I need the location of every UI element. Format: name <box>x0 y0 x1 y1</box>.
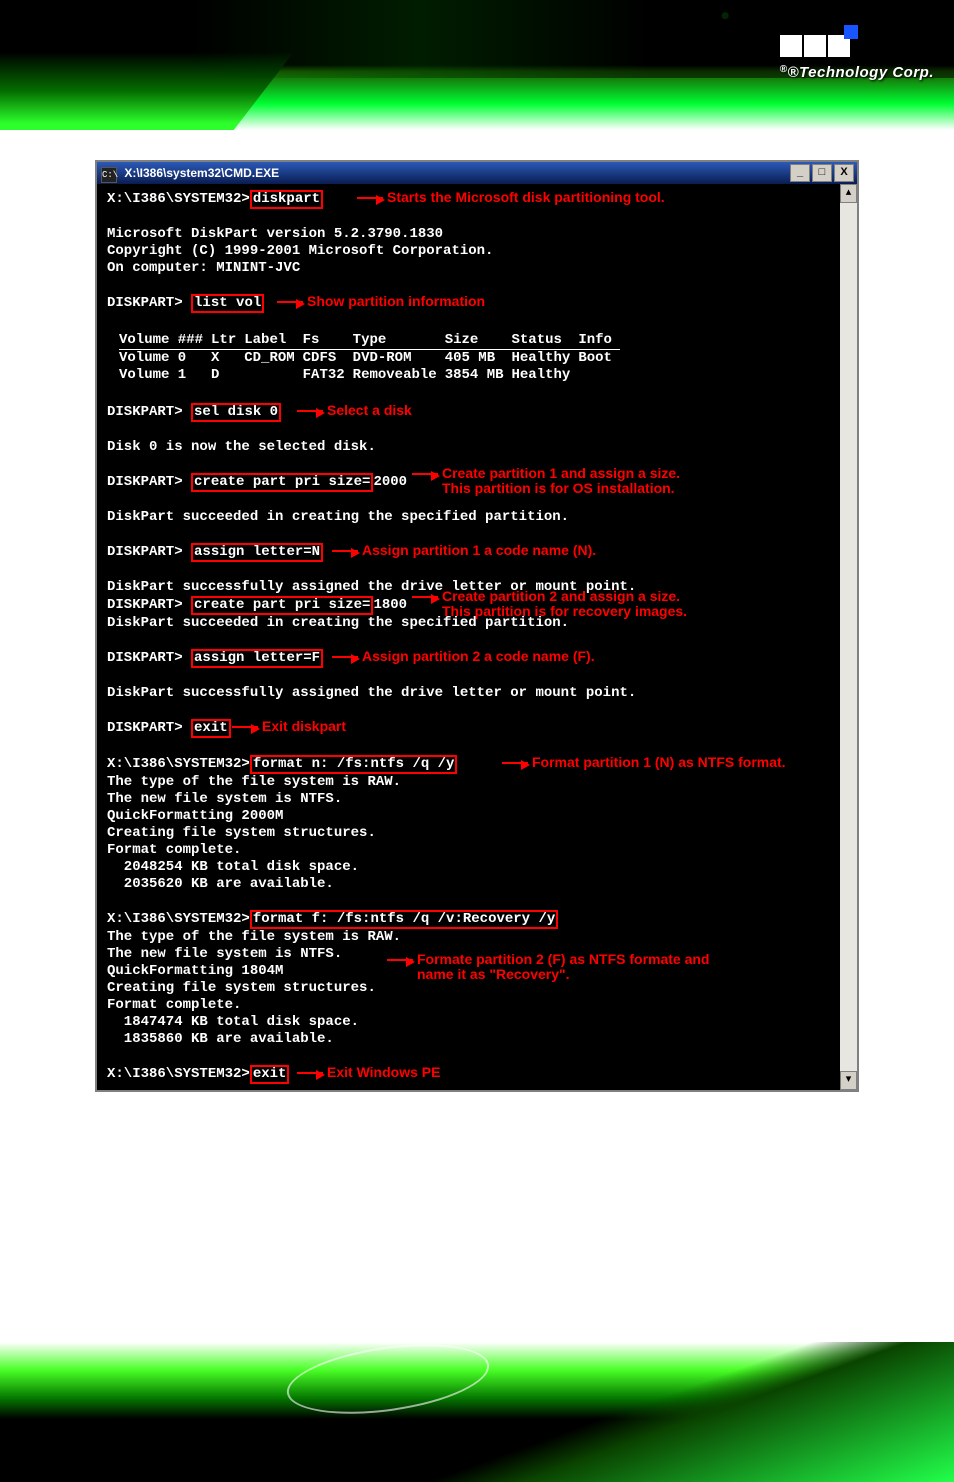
annot-exit-pe: Exit Windows PE <box>297 1065 440 1080</box>
annot-create-part-1: Create partition 1 and assign a size. Th… <box>412 466 680 496</box>
cmd-assign-n: assign letter=N <box>191 543 323 562</box>
prompt-diskpart: DISKPART> <box>107 295 183 311</box>
table-row: Volume 1 D FAT32 Removeable 3854 MB Heal… <box>119 367 620 384</box>
volume-table: Volume ### Ltr Label Fs Type Size Status… <box>119 332 620 384</box>
out-fmt1-l2: The new file system is NTFS. <box>107 791 835 808</box>
annot-seldisk: Select a disk <box>297 403 412 418</box>
cmd-seldisk: sel disk 0 <box>191 403 281 422</box>
cmd-assign-f: assign letter=F <box>191 649 323 668</box>
cmd-create-part-1-size: 2000 <box>373 474 407 490</box>
out-fmt1-l6: 2048254 KB total disk space. <box>107 859 835 876</box>
annot-assign-f: Assign partition 2 a code name (F). <box>332 649 595 664</box>
scroll-up-button[interactable]: ▴ <box>840 184 857 203</box>
annot-diskpart: Starts the Microsoft disk partitioning t… <box>357 190 665 205</box>
brand-tagline: ®Technology Corp. <box>788 64 935 81</box>
out-assign-ok-2: DiskPart successfully assigned the drive… <box>107 685 835 702</box>
out-fmt2-l7: 1835860 KB are available. <box>107 1031 835 1048</box>
out-fmt2-l5: Format complete. <box>107 997 835 1014</box>
cmd-format-f: format f: /fs:ntfs /q /v:Recovery /y <box>250 910 558 929</box>
scroll-track[interactable] <box>840 203 857 1071</box>
out-dp-copyright: Copyright (C) 1999-2001 Microsoft Corpor… <box>107 243 835 260</box>
cmd-icon: C:\ <box>101 167 117 183</box>
out-fmt1-l1: The type of the file system is RAW. <box>107 774 835 791</box>
cmd-diskpart: diskpart <box>250 190 323 209</box>
cmd-create-part-2-size: 1800 <box>373 597 407 613</box>
annot-listvol: Show partition information <box>277 294 485 309</box>
terminal-body[interactable]: X:\I386\SYSTEM32>diskpart Starts the Mic… <box>97 184 857 1090</box>
scroll-down-button[interactable]: ▾ <box>840 1071 857 1090</box>
out-fmt1-l7: 2035620 KB are available. <box>107 876 835 893</box>
window-titlebar[interactable]: C:\ X:\I386\system32\CMD.EXE _ □ X <box>97 162 857 184</box>
out-fmt1-l5: Format complete. <box>107 842 835 859</box>
cmd-create-part-1: create part pri size= <box>191 473 373 492</box>
window-title-text: X:\I386\system32\CMD.EXE <box>124 166 279 180</box>
page-header-graphic: ®®Technology Corp. <box>0 0 954 130</box>
table-row: Volume 0 X CD_ROM CDFS DVD-ROM 405 MB He… <box>119 350 620 368</box>
out-fmt2-l1: The type of the file system is RAW. <box>107 929 835 946</box>
close-button[interactable]: X <box>834 164 854 182</box>
cmd-exit-diskpart: exit <box>191 719 231 738</box>
out-create-ok-1: DiskPart succeeded in creating the speci… <box>107 509 835 526</box>
out-fmt2-l6: 1847474 KB total disk space. <box>107 1014 835 1031</box>
annot-format-n: Format partition 1 (N) as NTFS format. <box>502 755 786 770</box>
cmd-format-n: format n: /fs:ntfs /q /y <box>250 755 458 774</box>
cmd-exit-pe: exit <box>250 1065 290 1084</box>
out-fmt2-l4: Creating file system structures. <box>107 980 835 997</box>
minimize-button[interactable]: _ <box>790 164 810 182</box>
annot-assign-n: Assign partition 1 a code name (N). <box>332 543 596 558</box>
prompt-sys32: X:\I386\SYSTEM32> <box>107 191 250 207</box>
cmd-create-part-2: create part pri size= <box>191 596 373 615</box>
cmd-window: C:\ X:\I386\system32\CMD.EXE _ □ X X:\I3… <box>95 160 859 1092</box>
out-dp-computer: On computer: MININT-JVC <box>107 260 835 277</box>
annot-create-part-2: Create partition 2 and assign a size. Th… <box>412 589 687 619</box>
brand-logo: ®®Technology Corp. <box>780 35 934 81</box>
scrollbar[interactable]: ▴ ▾ <box>840 184 857 1090</box>
page-footer-graphic <box>0 1342 954 1482</box>
out-fmt1-l3: QuickFormatting 2000M <box>107 808 835 825</box>
maximize-button[interactable]: □ <box>812 164 832 182</box>
cmd-listvol: list vol <box>191 294 264 313</box>
annot-exit-diskpart: Exit diskpart <box>232 719 346 734</box>
out-fmt1-l4: Creating file system structures. <box>107 825 835 842</box>
out-selected-disk: Disk 0 is now the selected disk. <box>107 439 835 456</box>
annot-format-f: Formate partition 2 (F) as NTFS formate … <box>387 952 709 982</box>
out-dp-version: Microsoft DiskPart version 5.2.3790.1830 <box>107 226 835 243</box>
